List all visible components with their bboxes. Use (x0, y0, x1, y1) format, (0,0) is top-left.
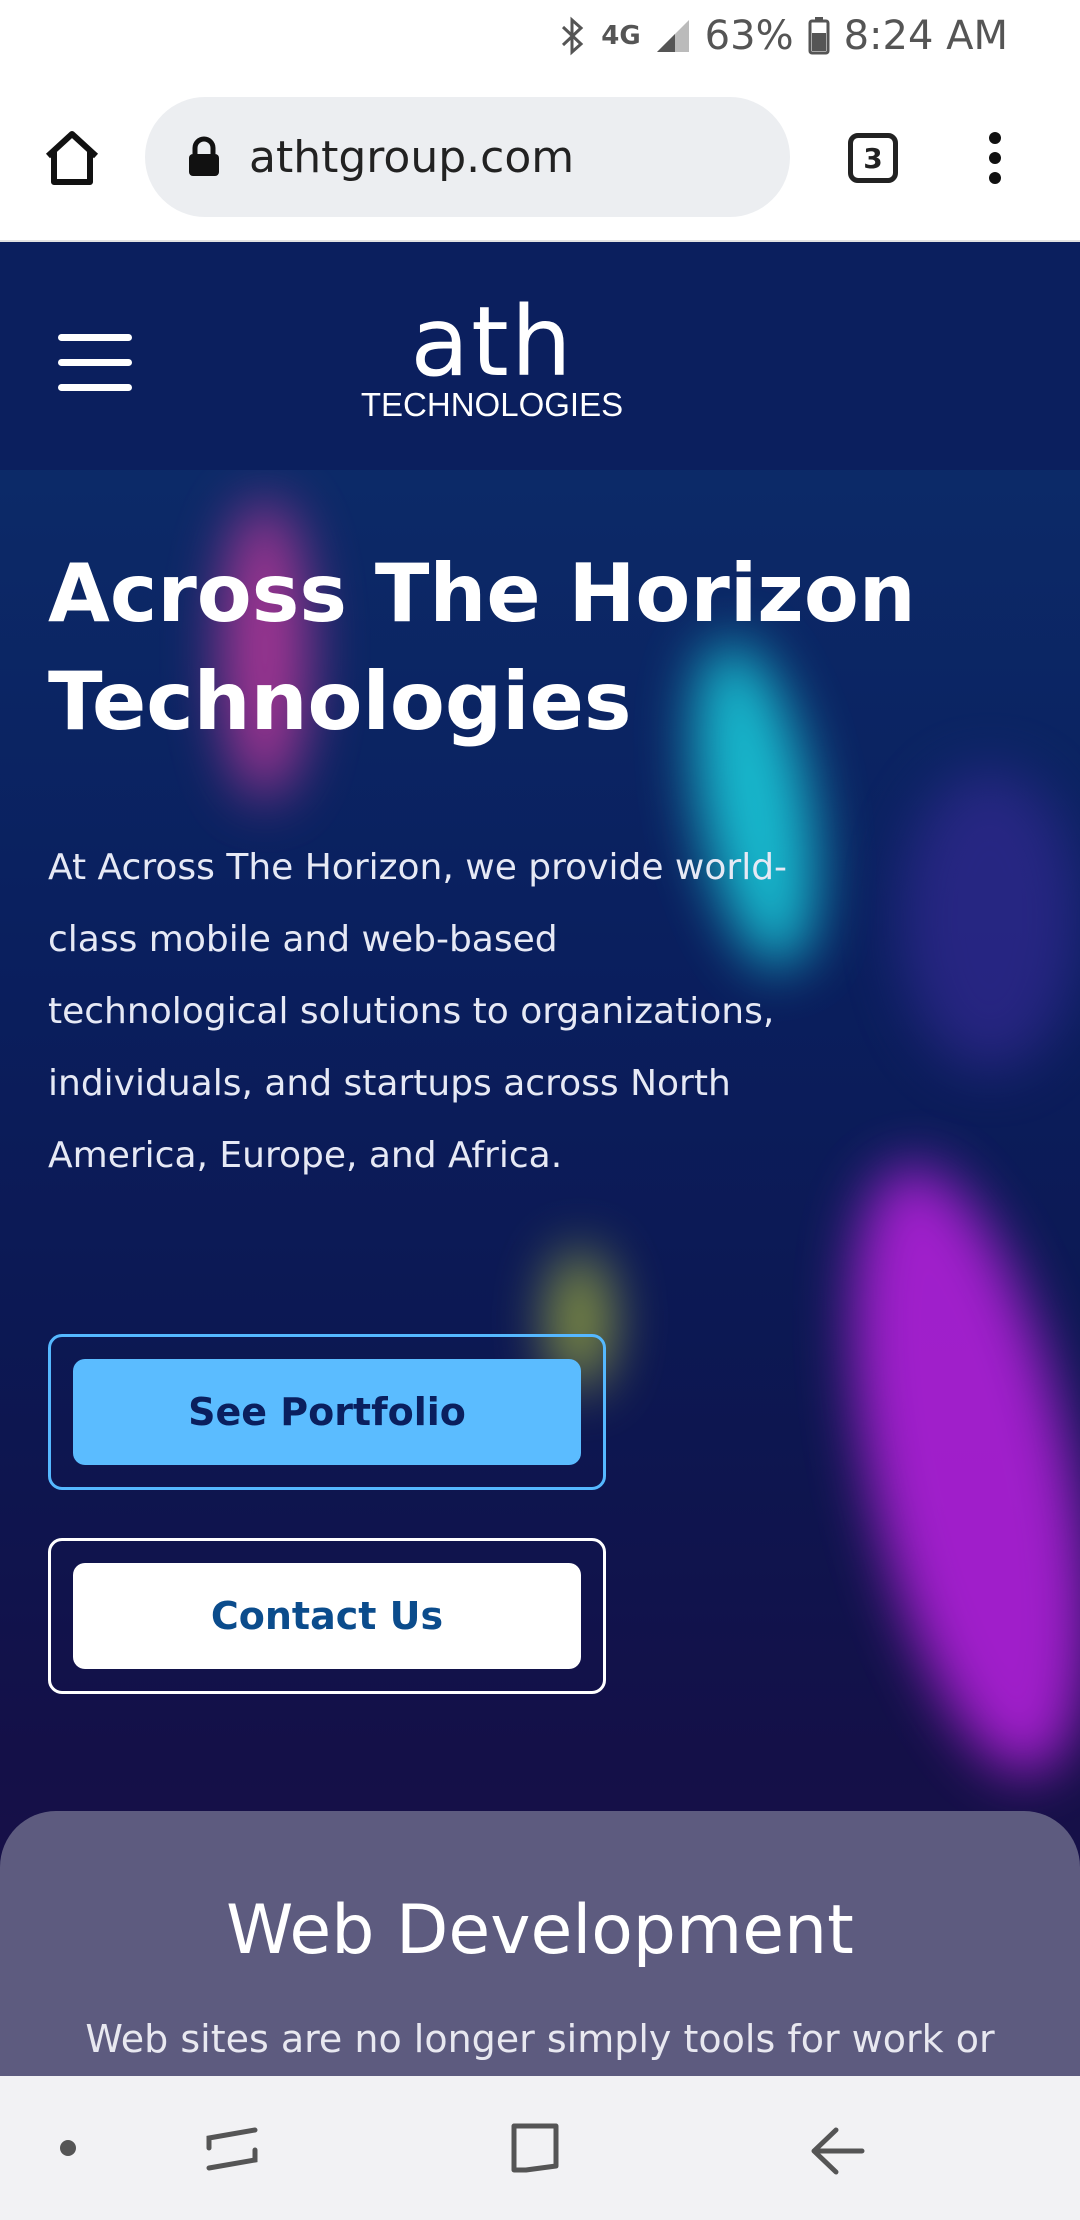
see-portfolio-button[interactable]: See Portfolio (73, 1359, 581, 1465)
address-bar[interactable]: athtgroup.com (145, 97, 790, 217)
see-portfolio-outline: See Portfolio (48, 1334, 606, 1490)
hero-title: Across The Horizon Technologies (48, 547, 916, 748)
decorative-purple-glow (900, 770, 1080, 1070)
browser-toolbar: athtgroup.com 3 (0, 72, 1080, 242)
back-arrow-icon[interactable] (810, 2126, 866, 2180)
logo-main-text: ath (410, 286, 574, 398)
home-icon[interactable] (40, 126, 104, 190)
status-bar: 4G 63% 8:24 AM (0, 0, 1080, 72)
hamburger-icon[interactable] (58, 334, 132, 391)
tab-switcher-button[interactable]: 3 (848, 133, 898, 183)
site-logo[interactable]: ath TECHNOLOGIES (360, 286, 624, 424)
contact-us-outline: Contact Us (48, 1538, 606, 1694)
home-square-icon[interactable] (508, 2120, 562, 2180)
hero-description: At Across The Horizon, we provide world-… (48, 847, 788, 1176)
lock-icon (187, 136, 221, 178)
decorative-magenta-glow (807, 1145, 1080, 1795)
bluetooth-icon (559, 16, 587, 56)
contact-us-button[interactable]: Contact Us (73, 1563, 581, 1669)
logo-sub-text: TECHNOLOGIES (360, 386, 624, 423)
clock: 8:24 AM (843, 13, 1008, 59)
web-development-text: Web sites are no longer simply tools for… (85, 2017, 995, 2061)
dot-icon[interactable] (58, 2138, 78, 2162)
battery-icon (808, 17, 830, 55)
url-text: athtgroup.com (249, 131, 575, 183)
signal-icon (655, 18, 691, 54)
site-header: ath TECHNOLOGIES (0, 242, 1080, 470)
battery-percent: 63% (704, 13, 794, 59)
overflow-menu-icon[interactable] (980, 128, 1010, 188)
network-type-label: 4G (601, 21, 641, 51)
recents-icon[interactable] (205, 2124, 259, 2178)
web-development-title: Web Development (226, 1891, 854, 1970)
system-nav-bar (0, 2076, 1080, 2220)
